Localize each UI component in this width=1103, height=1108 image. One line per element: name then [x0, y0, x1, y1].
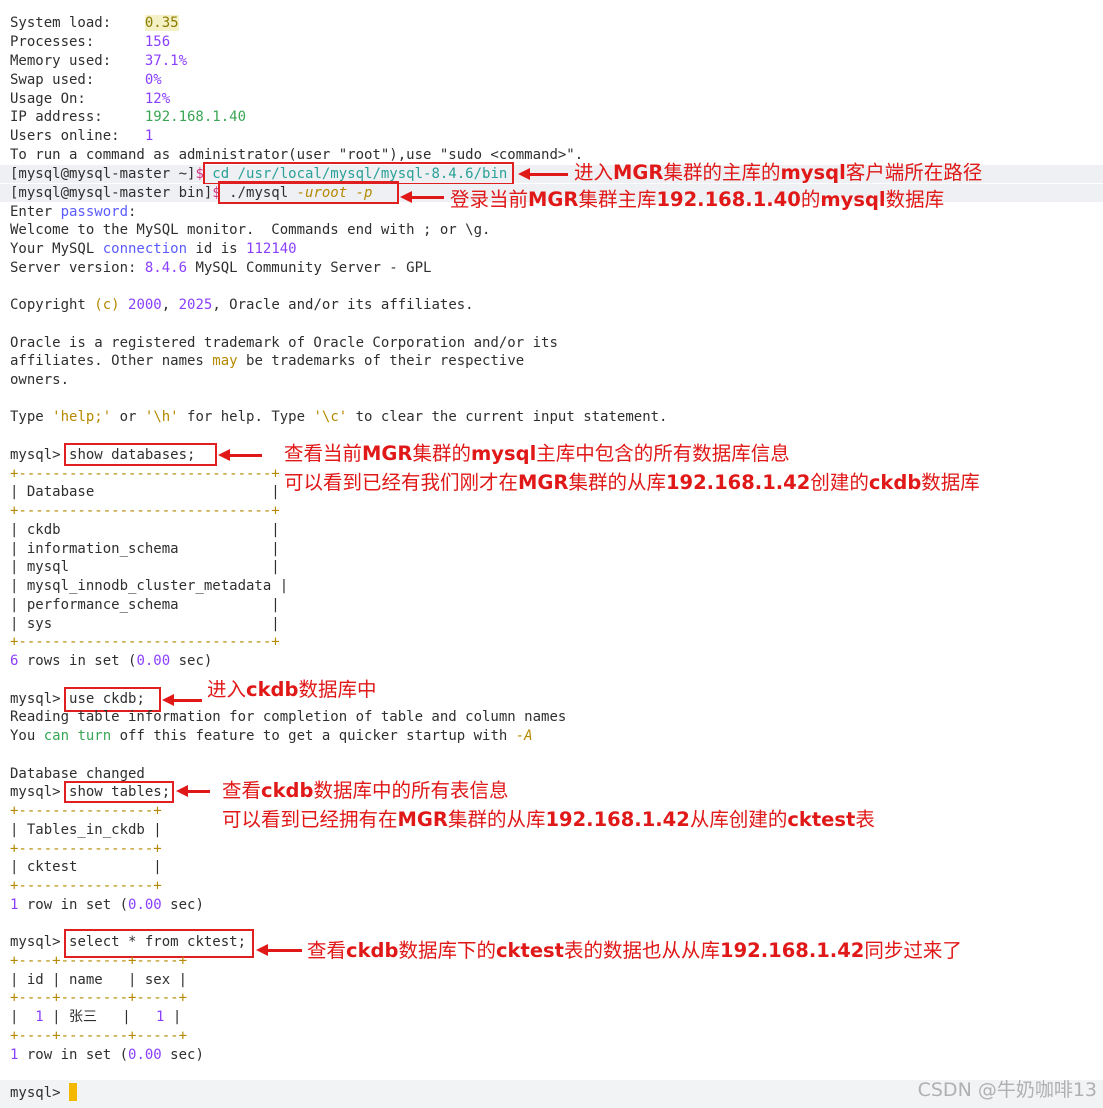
- annotation-login: 登录当前MGR集群主库192.168.1.40的mysql数据库: [450, 188, 945, 211]
- copyright-line: Copyright (c) 2000, 2025, Oracle and/or …: [10, 297, 474, 313]
- table-row: | sys |: [10, 616, 280, 632]
- system-load-value: 0.35: [144, 15, 179, 31]
- mysql-login-box: [218, 181, 399, 204]
- table-border: +----+--------+-----+: [10, 990, 188, 1006]
- show-tables-box: [64, 781, 174, 803]
- table-header: | Database |: [10, 484, 280, 500]
- trademark-line-3: owners.: [10, 372, 70, 388]
- annotation-ckdb-exists: 可以看到已经有我们刚才在MGR集群的从库192.168.1.42创建的ckdb数…: [284, 471, 980, 494]
- annotation-arrow: [518, 168, 568, 180]
- usage-line: Usage On: 12%: [10, 91, 171, 107]
- annotation-arrow: [176, 785, 210, 797]
- annotation-select: 查看ckdb数据库下的cktest表的数据也从从库192.168.1.42同步过…: [307, 939, 962, 962]
- table-border: +------------------------------+: [10, 466, 280, 482]
- table-row: | cktest |: [10, 859, 162, 875]
- table-border: +------------------------------+: [10, 634, 280, 650]
- swap-line: Swap used: 0%: [10, 72, 162, 88]
- table-border: +----+--------+-----+: [10, 953, 188, 969]
- annotation-show-tables: 查看ckdb数据库中的所有表信息: [222, 779, 509, 802]
- table-border: +----------------+: [10, 803, 162, 819]
- table-header: | id | name | sex |: [10, 972, 188, 988]
- annotation-show-databases: 查看当前MGR集群的mysql主库中包含的所有数据库信息: [284, 442, 790, 465]
- reading-info-line: Reading table information for completion…: [10, 709, 567, 725]
- table-header: | Tables_in_ckdb |: [10, 822, 162, 838]
- result-summary: 6 rows in set (0.00 sec): [10, 653, 213, 669]
- ip-line: IP address: 192.168.1.40: [10, 109, 247, 125]
- table-row: | information_schema |: [10, 541, 280, 557]
- enter-password-line: Enter password:: [10, 204, 137, 220]
- result-summary: 1 row in set (0.00 sec): [10, 897, 204, 913]
- swap-value: 0%: [144, 72, 162, 88]
- processes-value: 156: [144, 34, 171, 50]
- server-version-line: Server version: 8.4.6 MySQL Community Se…: [10, 260, 432, 276]
- table-row: | mysql |: [10, 559, 280, 575]
- users-value: 1: [144, 128, 154, 144]
- table-row: | ckdb |: [10, 522, 280, 538]
- annotation-arrow: [256, 944, 302, 956]
- quicker-startup-line: You can turn off this feature to get a q…: [10, 728, 533, 744]
- result-summary: 1 row in set (0.00 sec): [10, 1047, 204, 1063]
- table-border: +----------------+: [10, 841, 162, 857]
- trademark-line-1: Oracle is a registered trademark of Orac…: [10, 335, 558, 351]
- help-line: Type 'help;' or '\h' for help. Type '\c'…: [10, 409, 668, 425]
- annotation-arrow: [162, 694, 202, 706]
- table-border: +------------------------------+: [10, 503, 280, 519]
- annotation-arrow: [400, 191, 444, 203]
- annotation-arrow: [218, 449, 262, 461]
- processes-line: Processes: 156: [10, 34, 171, 50]
- ip-value: 192.168.1.40: [144, 109, 247, 125]
- usage-value: 12%: [144, 91, 171, 107]
- terminal-window[interactable]: System load: 0.35 Processes: 156 Memory …: [0, 0, 1103, 1108]
- system-load-line: System load: 0.35: [10, 15, 179, 31]
- users-line: Users online: 1: [10, 128, 154, 144]
- table-border: +----+--------+-----+: [10, 1028, 188, 1044]
- show-databases-box: [64, 443, 217, 466]
- memory-value: 37.1%: [144, 53, 188, 69]
- table-border: +----------------+: [10, 878, 162, 894]
- trademark-line-2: affiliates. Other names may be trademark…: [10, 353, 525, 369]
- active-mysql-prompt[interactable]: mysql>: [10, 1083, 78, 1102]
- table-row: | mysql_innodb_cluster_metadata |: [10, 578, 289, 594]
- annotation-cktest-exists: 可以看到已经拥有在MGR集群的从库192.168.1.42从库创建的cktest…: [222, 808, 875, 831]
- text-cursor: [69, 1083, 78, 1101]
- table-row: | performance_schema |: [10, 597, 280, 613]
- table-row: | 1 | 张三 | 1 |: [10, 1009, 182, 1025]
- watermark: CSDN @牛奶咖啡13: [917, 1079, 1097, 1101]
- annotation-use-ckdb: 进入ckdb数据库中: [207, 678, 377, 701]
- memory-line: Memory used: 37.1%: [10, 53, 188, 69]
- welcome-line: Welcome to the MySQL monitor. Commands e…: [10, 222, 491, 238]
- connection-line: Your MySQL connection id is 112140: [10, 241, 297, 257]
- annotation-cd-path: 进入MGR集群的主库的mysql客户端所在路径: [574, 161, 983, 184]
